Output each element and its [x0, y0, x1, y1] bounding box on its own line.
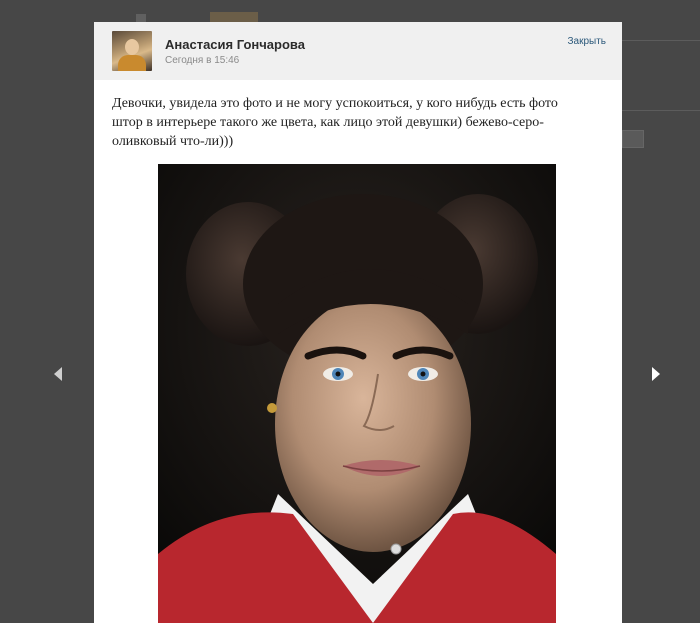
background-thumbnail — [210, 12, 258, 22]
post-viewer: Анастасия Гончарова Сегодня в 15:46 Закр… — [94, 22, 622, 623]
post-photo[interactable] — [158, 164, 556, 623]
background-divider — [622, 40, 700, 41]
next-photo-button[interactable] — [626, 334, 686, 414]
background-icon — [136, 14, 146, 22]
background-divider — [622, 110, 700, 111]
background-field — [622, 130, 644, 148]
post-timestamp[interactable]: Сегодня в 15:46 — [165, 55, 239, 66]
chevron-right-icon — [652, 367, 660, 381]
author-name[interactable]: Анастасия Гончарова — [165, 37, 305, 52]
close-button[interactable]: Закрыть — [567, 36, 606, 47]
author-avatar[interactable] — [112, 31, 152, 71]
portrait-image — [158, 164, 556, 623]
post-header: Анастасия Гончарова Сегодня в 15:46 Закр… — [94, 22, 622, 80]
previous-photo-button[interactable] — [28, 334, 88, 414]
post-text: Девочки, увидела это фото и не могу успо… — [112, 96, 558, 149]
chevron-left-icon — [54, 367, 62, 381]
